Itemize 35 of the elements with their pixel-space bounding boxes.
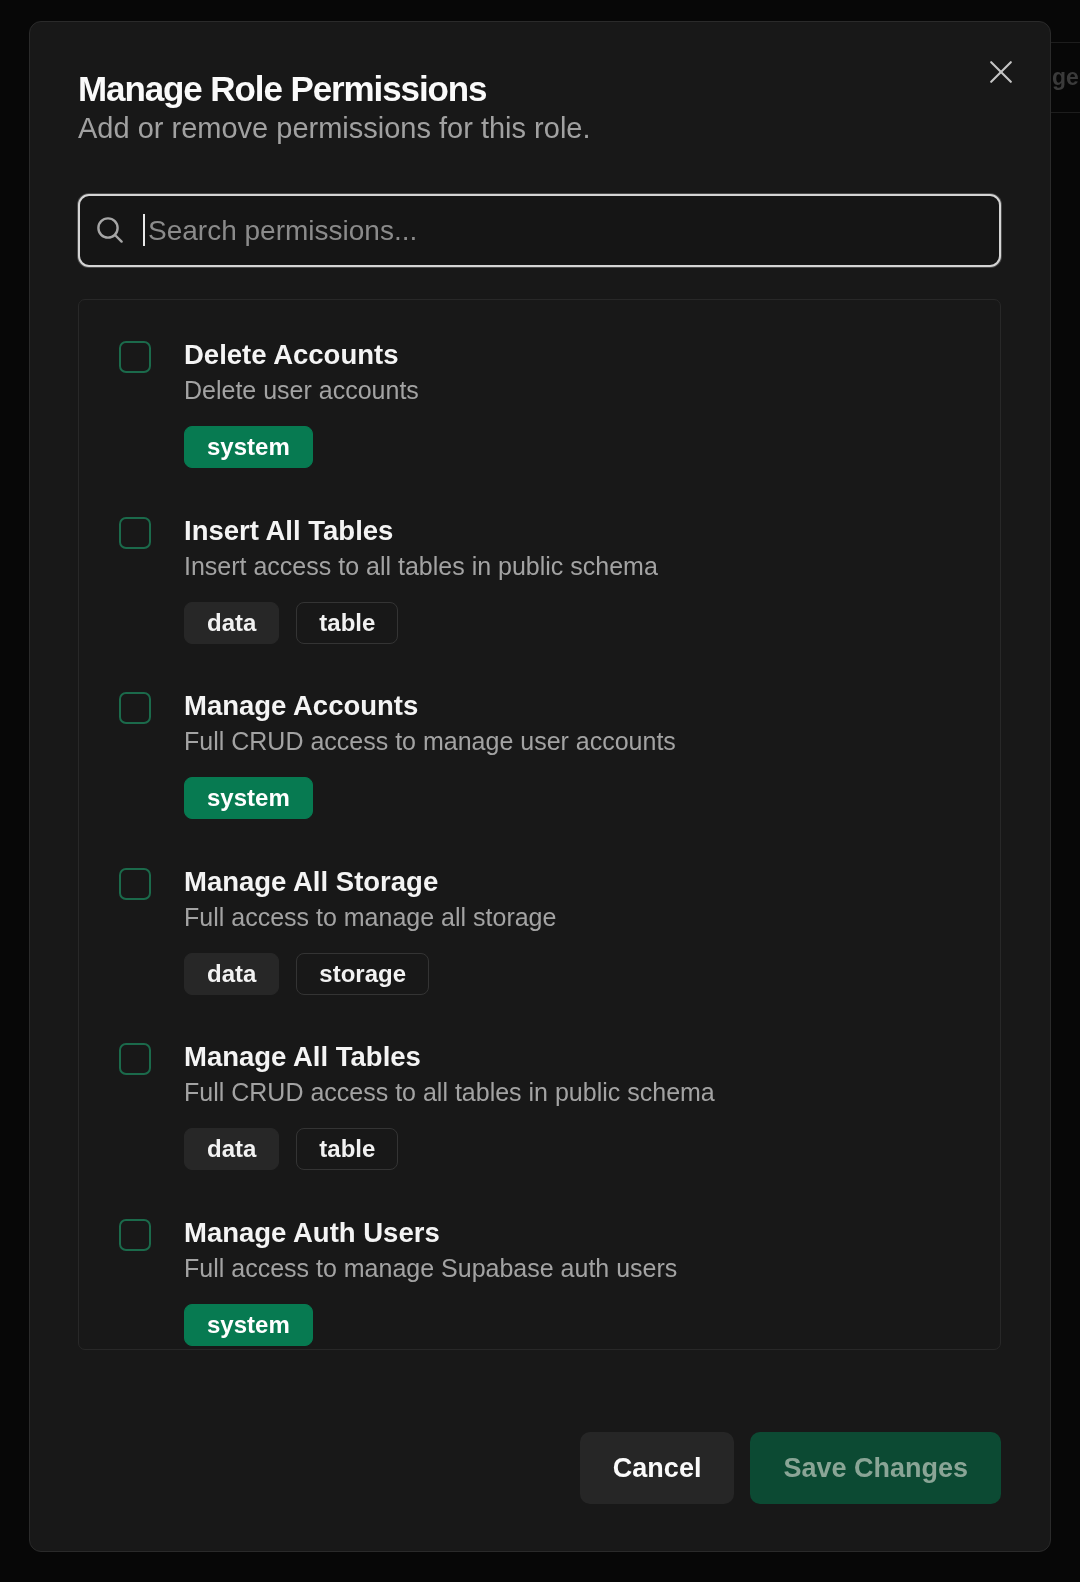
permission-tag: data [184, 601, 280, 644]
permission-title: Manage All Tables [184, 1040, 421, 1075]
search-field[interactable]: Search permissions... [78, 194, 1001, 267]
permission-description: Full access to manage Supabase auth users [184, 1252, 678, 1283]
permission-checkbox[interactable] [119, 516, 151, 549]
permission-description: Full CRUD access to all tables in public schema [184, 1077, 715, 1108]
permission-title: Manage Auth Users [184, 1215, 440, 1250]
permission-checkbox[interactable] [119, 1043, 151, 1076]
search-icon [97, 217, 123, 243]
close-icon [990, 61, 1012, 83]
close-button[interactable] [990, 61, 1012, 83]
permission-tag: system [184, 777, 313, 820]
permission-description: Insert access to all tables in public schema [184, 550, 658, 581]
permission-tag: table [296, 601, 399, 644]
permission-tag: data [184, 952, 280, 995]
permission-tag: system [184, 426, 313, 468]
permission-checkbox[interactable] [119, 341, 151, 373]
permission-description: Full access to manage all storage [184, 901, 557, 932]
cancel-button[interactable]: Cancel [579, 1432, 735, 1504]
dialog-title: Manage Role Permissions [78, 68, 487, 110]
permission-tag: data [184, 1128, 280, 1171]
permission-checkbox[interactable] [119, 692, 151, 725]
permission-tag: storage [296, 952, 430, 995]
permission-title: Manage Accounts [184, 689, 419, 724]
text-cursor [143, 214, 145, 246]
permission-title: Insert All Tables [184, 513, 394, 548]
permission-checkbox[interactable] [119, 867, 151, 900]
permission-title: Manage All Storage [184, 864, 439, 899]
permission-description: Full CRUD access to manage user accounts [184, 726, 676, 757]
permission-tag: table [296, 1128, 399, 1171]
permission-description: Delete user accounts [184, 375, 419, 405]
permission-tag: system [184, 1303, 313, 1346]
permission-checkbox[interactable] [119, 1218, 151, 1251]
dialog-subtitle: Add or remove permissions for this role. [78, 111, 591, 145]
permission-title: Delete Accounts [184, 338, 399, 372]
